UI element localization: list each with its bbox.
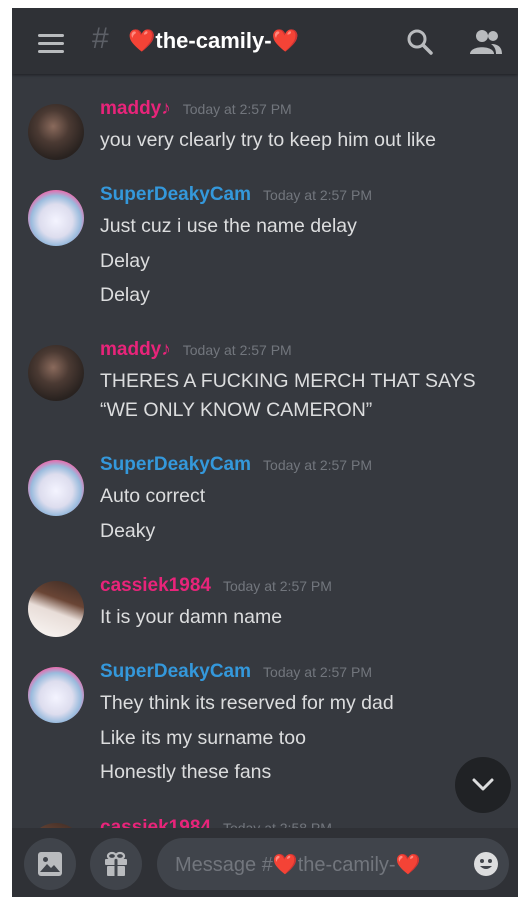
heart-emoji: ❤️	[272, 854, 298, 876]
heart-emoji: ❤️	[271, 28, 299, 53]
message-composer: Message #❤️the-camily-❤️	[12, 828, 518, 897]
message-header: SuperDeakyCam Today at 2:57 PM	[100, 184, 372, 206]
message-placeholder: Message #❤️the-camily-❤️	[175, 852, 420, 877]
message-line: It is your damn name	[100, 606, 283, 628]
avatar[interactable]	[28, 345, 84, 401]
message-line: They think its reserved for my dad	[100, 692, 394, 714]
placeholder-channel: the-camily-	[297, 854, 396, 876]
timestamp: Today at 2:57 PM	[263, 664, 372, 680]
heart-emoji: ❤️	[395, 854, 421, 876]
message-line: Just cuz i use the name delay	[100, 215, 357, 237]
author-name[interactable]: cassiek1984	[100, 817, 211, 828]
image-icon	[38, 852, 62, 876]
channel-hash-icon: #	[92, 22, 109, 55]
menu-icon[interactable]	[38, 34, 64, 54]
message-line: Delay	[100, 284, 150, 306]
channel-header: # ❤️the-camily-❤️	[12, 8, 518, 74]
message-header: SuperDeakyCam Today at 2:57 PM	[100, 454, 372, 476]
channel-name: the-camily-	[155, 28, 272, 53]
heart-emoji: ❤️	[128, 28, 156, 53]
message-input[interactable]: Message #❤️the-camily-❤️	[157, 838, 509, 890]
members-icon[interactable]	[469, 28, 503, 56]
message-header: maddy♪ Today at 2:57 PM	[100, 339, 292, 361]
emoji-icon[interactable]	[473, 851, 499, 877]
message-header: cassiek1984 Today at 2:57 PM	[100, 575, 332, 597]
timestamp: Today at 2:58 PM	[222, 820, 332, 828]
author-name[interactable]: SuperDeakyCam	[100, 661, 251, 682]
author-name[interactable]: cassiek1984	[100, 575, 211, 596]
message-line: “WE ONLY KNOW CAMERON”	[100, 399, 373, 421]
timestamp: Today at 2:57 PM	[182, 101, 292, 117]
search-icon[interactable]	[406, 28, 434, 56]
message-line: Honestly these fans	[100, 761, 272, 783]
jump-to-bottom-button[interactable]	[455, 757, 511, 813]
placeholder-text: Message #	[175, 854, 273, 876]
message-header: maddy♪ Today at 2:57 PM	[100, 98, 292, 120]
message-list[interactable]: maddy♪ Today at 2:57 PM you very clearly …	[12, 74, 518, 828]
avatar[interactable]	[28, 190, 84, 246]
app-window: # ❤️the-camily-❤️ maddy♪ Today at 2:57 PM…	[12, 8, 518, 897]
gift-button[interactable]	[90, 838, 142, 890]
message-line: Delay	[100, 250, 150, 272]
author-name[interactable]: maddy♪	[100, 98, 171, 119]
message-line: Auto correct	[100, 485, 206, 507]
chevron-down-icon	[472, 778, 494, 791]
avatar[interactable]	[28, 460, 84, 516]
avatar[interactable]	[28, 581, 84, 637]
gift-icon	[105, 851, 127, 876]
author-name[interactable]: maddy♪	[100, 339, 171, 360]
upload-image-button[interactable]	[24, 838, 76, 890]
message-header: SuperDeakyCam Today at 2:57 PM	[100, 661, 372, 683]
message-line: Deaky	[100, 520, 156, 542]
avatar[interactable]	[28, 104, 84, 160]
channel-title[interactable]: ❤️the-camily-❤️	[128, 28, 299, 54]
timestamp: Today at 2:57 PM	[263, 457, 372, 473]
message-line: Like its my surname too	[100, 727, 306, 749]
message-header: cassiek1984 Today at 2:58 PM	[100, 817, 332, 828]
message-line: THERES A FUCKING MERCH THAT SAYS	[100, 370, 476, 392]
author-name[interactable]: SuperDeakyCam	[100, 454, 251, 475]
timestamp: Today at 2:57 PM	[263, 187, 372, 203]
avatar[interactable]	[28, 667, 84, 723]
message-line: you very clearly try to keep him out lik…	[100, 129, 436, 151]
timestamp: Today at 2:57 PM	[182, 342, 292, 358]
timestamp: Today at 2:57 PM	[222, 578, 332, 594]
author-name[interactable]: SuperDeakyCam	[100, 184, 251, 205]
